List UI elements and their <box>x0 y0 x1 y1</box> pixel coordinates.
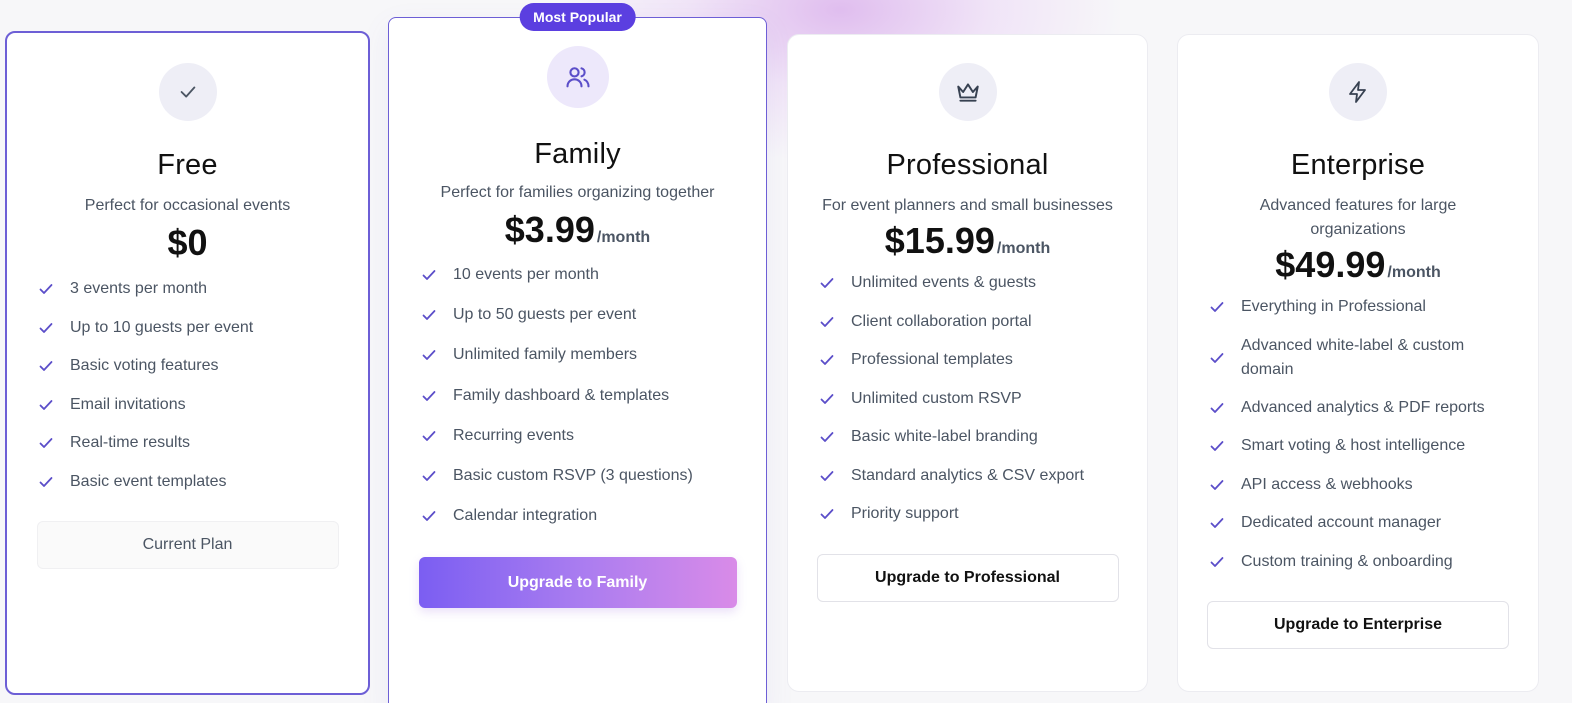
current-plan-button[interactable]: Current Plan <box>36 521 339 569</box>
check-icon <box>819 391 835 407</box>
check-icon <box>819 468 835 484</box>
feature-item: API access & webhooks <box>1209 466 1508 505</box>
plan-price: $3.99 /month <box>505 209 650 251</box>
check-icon <box>819 506 835 522</box>
feature-item: Basic white-label branding <box>819 418 1147 457</box>
price-amount: $0 <box>167 222 208 263</box>
check-icon <box>421 388 437 404</box>
plan-subtitle: Advanced features for large organization… <box>1259 197 1457 238</box>
plan-subtitle: Perfect for occasional events <box>84 197 291 214</box>
feature-item: Standard analytics & CSV export <box>819 457 1147 496</box>
price-amount: $15.99 <box>884 220 995 261</box>
plan-subtitle: Perfect for families organizing together <box>440 184 715 201</box>
feature-item: Priority support <box>819 495 1147 534</box>
feature-item: Basic voting features <box>38 347 368 386</box>
feature-item: 3 events per month <box>38 270 368 309</box>
users-icon <box>546 46 609 108</box>
check-icon <box>421 307 437 323</box>
price-amount: $49.99 <box>1275 244 1386 285</box>
check-icon <box>38 435 54 451</box>
feature-item: Everything in Professional <box>1209 288 1508 327</box>
price-period: /month <box>996 240 1051 257</box>
feature-list: Unlimited events & guests Client collabo… <box>788 264 1147 534</box>
check-icon <box>1209 299 1225 315</box>
feature-item: Recurring events <box>421 416 766 456</box>
check-icon <box>1209 477 1225 493</box>
feature-item: Unlimited family members <box>421 335 766 375</box>
check-icon <box>38 474 54 490</box>
feature-item: Custom training & onboarding <box>1209 543 1508 582</box>
check-icon <box>421 267 437 283</box>
plan-card-family: Most Popular Family Perfect for families… <box>388 3 767 703</box>
check-icon <box>421 428 437 444</box>
feature-item: Basic event templates <box>38 463 368 502</box>
check-icon <box>1209 438 1225 454</box>
feature-item: Family dashboard & templates <box>421 376 766 416</box>
upgrade-to-enterprise-button[interactable]: Upgrade to Enterprise <box>1207 601 1509 649</box>
plan-subtitle: For event planners and small businesses <box>822 197 1113 214</box>
upgrade-to-professional-button[interactable]: Upgrade to Professional <box>816 553 1119 602</box>
feature-item: Calendar integration <box>421 496 766 536</box>
feature-list: 10 events per month Up to 50 guests per … <box>389 255 766 536</box>
check-icon <box>421 468 437 484</box>
plan-title: Family <box>534 138 621 170</box>
plan-card-professional: Professional For event planners and smal… <box>787 34 1148 692</box>
feature-item: Smart voting & host intelligence <box>1209 427 1508 466</box>
price-period: /month <box>596 229 651 246</box>
check-icon <box>1209 515 1225 531</box>
plan-price: $49.99 /month <box>1275 244 1440 286</box>
check-icon <box>819 429 835 445</box>
feature-item: Unlimited custom RSVP <box>819 380 1147 419</box>
check-icon <box>158 63 217 121</box>
feature-list: Everything in Professional Advanced whit… <box>1178 288 1538 581</box>
check-icon <box>421 347 437 363</box>
check-icon <box>819 314 835 330</box>
crown-icon <box>938 63 997 121</box>
feature-item: Advanced white-label & custom domain <box>1209 327 1508 389</box>
plan-price: $15.99 /month <box>885 220 1050 262</box>
feature-list: 3 events per month Up to 10 guests per e… <box>7 270 368 501</box>
feature-item: Professional templates <box>819 341 1147 380</box>
upgrade-to-family-button[interactable]: Upgrade to Family <box>418 557 737 609</box>
check-icon <box>38 397 54 413</box>
check-icon <box>38 358 54 374</box>
most-popular-badge: Most Popular <box>519 3 636 31</box>
feature-item: Up to 10 guests per event <box>38 309 368 348</box>
feature-item: Unlimited events & guests <box>819 264 1147 303</box>
feature-item: Dedicated account manager <box>1209 504 1508 543</box>
plan-price: $0 <box>167 222 207 264</box>
feature-item: Basic custom RSVP (3 questions) <box>421 456 766 496</box>
check-icon <box>38 281 54 297</box>
feature-item: Real-time results <box>38 424 368 463</box>
check-icon <box>38 320 54 336</box>
plan-title: Enterprise <box>1290 149 1426 181</box>
feature-item: Advanced analytics & PDF reports <box>1209 389 1508 428</box>
lightning-icon <box>1329 63 1387 121</box>
feature-item: Email invitations <box>38 386 368 425</box>
feature-item: Up to 50 guests per event <box>421 295 766 335</box>
feature-item: 10 events per month <box>421 255 766 295</box>
price-period: /month <box>1387 264 1441 281</box>
plan-title: Free <box>157 149 218 181</box>
plan-card-free: Free Perfect for occasional events $0 3 … <box>5 31 370 695</box>
check-icon <box>819 275 835 291</box>
plan-title: Professional <box>886 149 1049 181</box>
price-amount: $3.99 <box>504 209 595 250</box>
feature-item: Client collaboration portal <box>819 303 1147 342</box>
plan-card-enterprise: Enterprise Advanced features for large o… <box>1177 34 1539 692</box>
check-icon <box>1209 400 1225 416</box>
check-icon <box>819 352 835 368</box>
check-icon <box>421 508 437 524</box>
check-icon <box>1209 554 1225 570</box>
check-icon <box>1209 350 1225 366</box>
